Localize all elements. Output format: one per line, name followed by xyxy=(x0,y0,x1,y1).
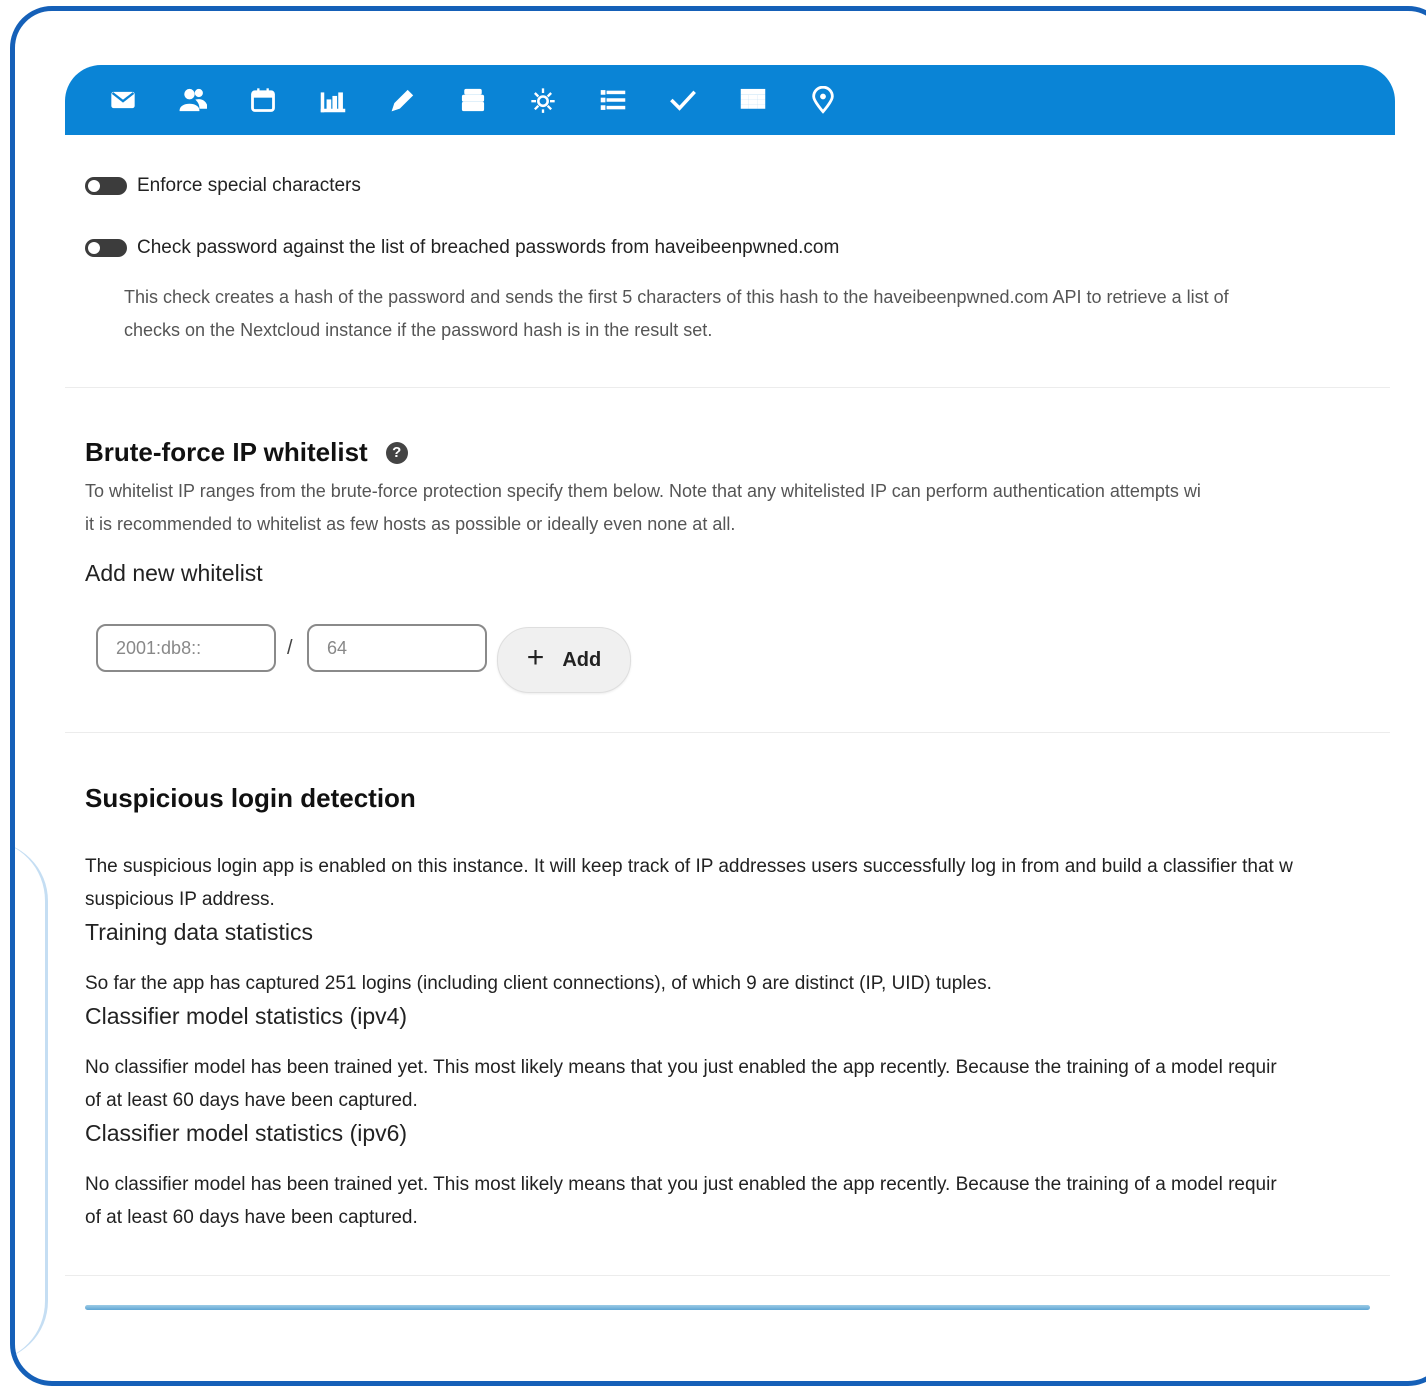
whitelist-ip-input[interactable] xyxy=(96,624,276,672)
bruteforce-title: Brute-force IP whitelist xyxy=(85,437,368,467)
suspicious-intro: The suspicious login app is enabled on t… xyxy=(85,850,1293,916)
add-button-label: Add xyxy=(562,648,602,671)
enforce-special-label: Enforce special characters xyxy=(137,175,361,196)
enforce-special-row: Enforce special characters xyxy=(85,175,361,197)
settings-content: Enforce special characters Check passwor… xyxy=(65,135,1390,1335)
training-data-text: So far the app has captured 251 logins (… xyxy=(85,973,992,994)
check-breached-toggle[interactable] xyxy=(85,239,127,257)
intro-line: suspicious IP address. xyxy=(85,889,275,910)
checkmark-icon[interactable] xyxy=(669,80,739,120)
bruteforce-heading: Brute-force IP whitelist ? xyxy=(85,437,408,468)
table-icon[interactable] xyxy=(739,80,809,120)
calendar-icon[interactable] xyxy=(249,80,319,120)
intro-line: The suspicious login app is enabled on t… xyxy=(85,856,1293,877)
check-breached-label: Check password against the list of breac… xyxy=(137,237,840,258)
help-icon[interactable]: ? xyxy=(385,441,408,464)
app-toolbar xyxy=(65,65,1395,135)
stats-line: No classifier model has been trained yet… xyxy=(85,1057,1277,1078)
section-divider xyxy=(65,732,1390,733)
toggle-knob xyxy=(88,242,100,254)
training-data-heading: Training data statistics xyxy=(85,919,313,945)
add-whitelist-heading: Add new whitelist xyxy=(85,560,263,586)
toggle-knob xyxy=(88,180,100,192)
description-line: This check creates a hash of the passwor… xyxy=(124,287,1229,307)
plus-icon: + xyxy=(526,641,545,674)
section-divider xyxy=(65,387,1390,388)
check-breached-row: Check password against the list of breac… xyxy=(85,237,839,259)
stats-line: of at least 60 days have been captured. xyxy=(85,1090,418,1111)
sparkle-icon[interactable] xyxy=(529,80,599,120)
description-line: checks on the Nextcloud instance if the … xyxy=(124,320,713,340)
ipv6-stats-heading: Classifier model statistics (ipv6) xyxy=(85,1120,408,1146)
ipv4-stats-text: No classifier model has been trained yet… xyxy=(85,1051,1277,1117)
whitelist-mask-input[interactable] xyxy=(307,624,487,672)
suspicious-login-heading: Suspicious login detection xyxy=(85,783,416,814)
contacts-icon[interactable] xyxy=(179,80,249,120)
enforce-special-toggle[interactable] xyxy=(85,177,127,195)
pencil-icon[interactable] xyxy=(389,80,459,120)
decorative-swoosh xyxy=(15,841,48,1361)
mail-icon[interactable] xyxy=(109,80,179,120)
add-whitelist-button[interactable]: + Add xyxy=(497,627,631,693)
stats-line: of at least 60 days have been captured. xyxy=(85,1207,418,1228)
description-line: it is recommended to whitelist as few ho… xyxy=(85,514,736,534)
bottom-accent-bar xyxy=(85,1305,1370,1310)
files-stack-icon[interactable] xyxy=(459,80,529,120)
section-divider xyxy=(65,1275,1390,1276)
description-line: To whitelist IP ranges from the brute-fo… xyxy=(85,481,1201,501)
mask-separator: / xyxy=(287,637,293,659)
list-icon[interactable] xyxy=(599,80,669,120)
ipv6-stats-text: No classifier model has been trained yet… xyxy=(85,1168,1277,1234)
check-breached-description: This check creates a hash of the passwor… xyxy=(124,281,1229,347)
stats-line: No classifier model has been trained yet… xyxy=(85,1174,1277,1195)
suspicious-login-title: Suspicious login detection xyxy=(85,783,416,813)
bruteforce-description: To whitelist IP ranges from the brute-fo… xyxy=(85,475,1201,541)
location-pin-icon[interactable] xyxy=(809,80,879,120)
chart-icon[interactable] xyxy=(319,80,389,120)
ipv4-stats-heading: Classifier model statistics (ipv4) xyxy=(85,1003,408,1029)
